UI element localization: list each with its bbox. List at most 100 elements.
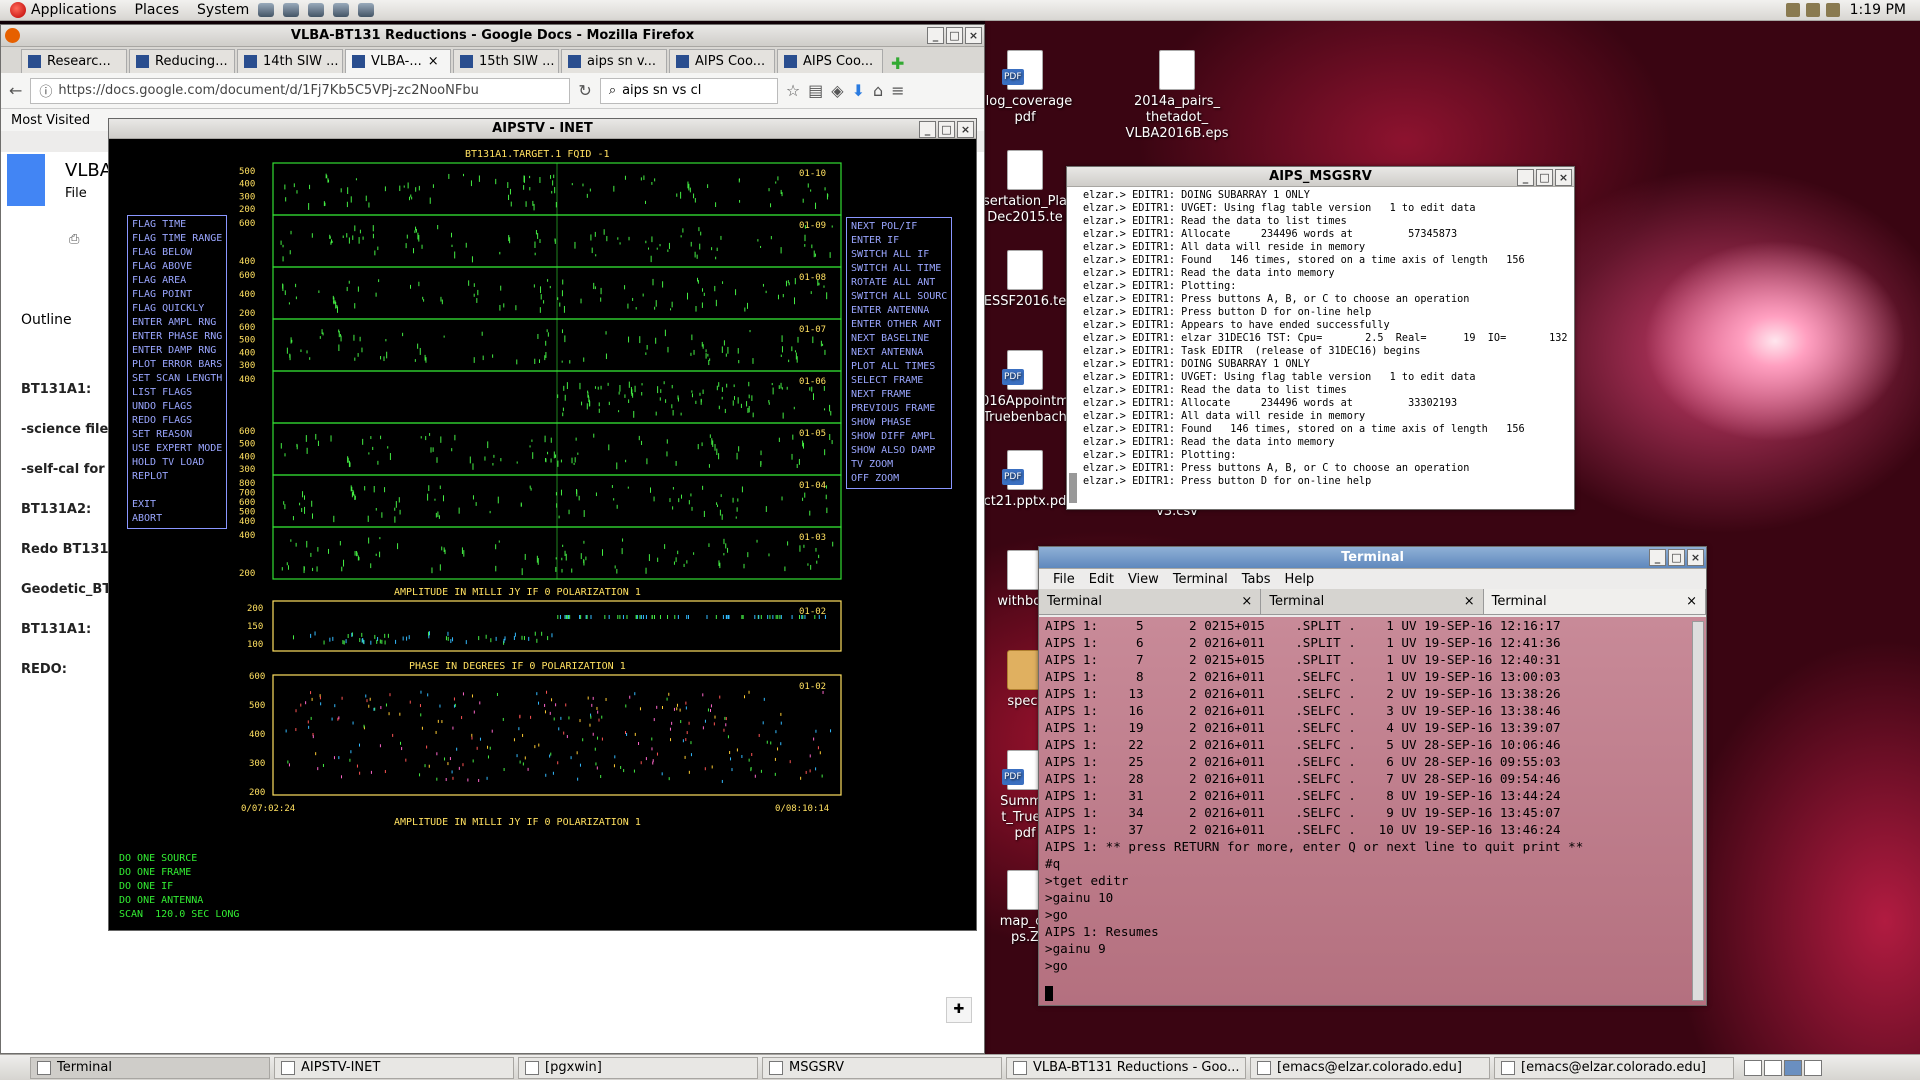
- browser-tab[interactable]: 14th SIW ...: [237, 49, 343, 73]
- volume-icon[interactable]: [1806, 3, 1820, 17]
- workspace-box[interactable]: [1744, 1059, 1762, 1076]
- firefox-titlebar[interactable]: VLBA-BT131 Reductions - Google Docs - Mo…: [1, 25, 984, 47]
- mail-launcher-icon[interactable]: [333, 3, 350, 17]
- new-tab-icon[interactable]: ✚: [891, 54, 904, 73]
- msgsrv-log: elzar.> EDITR1: DOING SUBARRAY 1 ONLY el…: [1067, 187, 1574, 509]
- search-launcher-icon[interactable]: [283, 3, 300, 17]
- msgsrv-minimize-button[interactable]: _: [1517, 169, 1534, 186]
- explore-icon[interactable]: ✚: [946, 997, 972, 1023]
- aipstv-titlebar[interactable]: AIPSTV - INET _ □ ×: [109, 119, 976, 139]
- msgsrv-scrollbar[interactable]: [1069, 473, 1077, 503]
- browser-tab[interactable]: Researc...: [21, 49, 127, 73]
- maximize-button[interactable]: □: [946, 27, 963, 44]
- desktop-icon[interactable]: 016Appointm Truebenbach: [970, 350, 1080, 426]
- outline-item[interactable]: -science file:: [21, 422, 114, 437]
- battery-icon[interactable]: [1826, 3, 1840, 17]
- bookmark-star-icon[interactable]: ☆: [786, 81, 800, 100]
- panel-clock[interactable]: 1:19 PM: [1850, 2, 1906, 18]
- outline-item[interactable]: -self-cal for 0: [21, 462, 118, 477]
- taskbar-item[interactable]: Terminal: [30, 1056, 270, 1079]
- terminal-tab-close-icon[interactable]: ×: [1464, 594, 1475, 609]
- most-visited-bookmark[interactable]: Most Visited: [11, 113, 90, 128]
- hamburger-menu-icon[interactable]: ≡: [891, 81, 904, 100]
- desktop-icon[interactable]: sertation_Pla Dec2015.te: [970, 150, 1080, 226]
- workspace-box[interactable]: [1784, 1059, 1802, 1076]
- taskbar-item[interactable]: [emacs@elzar.colorado.edu]: [1494, 1056, 1734, 1079]
- back-arrow-icon[interactable]: ←: [9, 81, 22, 100]
- terminal-tab-close-icon[interactable]: ×: [1686, 594, 1697, 609]
- browser-tab[interactable]: 15th SIW ...: [453, 49, 559, 73]
- system-menu[interactable]: System: [197, 2, 375, 18]
- reader-icon[interactable]: ▤: [808, 81, 823, 100]
- print-icon[interactable]: ⎙: [69, 232, 79, 247]
- desktop-icon[interactable]: alog_coverage pdf: [970, 50, 1080, 126]
- terminal-menu-item[interactable]: Edit: [1089, 572, 1114, 587]
- notes-launcher-icon[interactable]: [308, 3, 325, 17]
- browser-tab[interactable]: aips sn v...: [561, 49, 667, 73]
- msgsrv-maximize-button[interactable]: □: [1536, 169, 1553, 186]
- desktop-icon[interactable]: ESSF2016.te: [970, 250, 1080, 310]
- terminal-tab[interactable]: Terminal ×: [1483, 589, 1706, 614]
- taskbar-item[interactable]: MSGSRV: [762, 1056, 1002, 1079]
- terminal-tab-close-icon[interactable]: ×: [1241, 594, 1252, 609]
- browser-tab[interactable]: VLBA-... ×: [345, 49, 451, 73]
- terminal-tab[interactable]: Terminal ×: [1039, 589, 1262, 614]
- info-icon[interactable]: ⓘ: [39, 81, 52, 100]
- taskbar-item[interactable]: VLBA-BT131 Reductions - Goo...: [1006, 1056, 1246, 1079]
- applications-menu[interactable]: Applications: [10, 2, 117, 18]
- network-icon[interactable]: [1786, 3, 1800, 17]
- taskbar-item[interactable]: AIPSTV-INET: [274, 1056, 514, 1079]
- terminal-menu-item[interactable]: Terminal: [1173, 572, 1228, 587]
- desktop-icon[interactable]: ct21.pptx.pd: [970, 450, 1080, 510]
- outline-item[interactable]: REDO:: [21, 662, 67, 677]
- terminal-maximize-button[interactable]: □: [1668, 549, 1685, 566]
- download-icon[interactable]: ⬇: [852, 81, 865, 100]
- browser-tab[interactable]: AIPS Coo...: [669, 49, 775, 73]
- browser-launcher-icon[interactable]: [258, 3, 275, 17]
- pocket-icon[interactable]: ◈: [831, 81, 843, 100]
- browser-tab[interactable]: Reducing...: [129, 49, 235, 73]
- outline-item[interactable]: Redo BT131A: [21, 542, 119, 557]
- docs-title[interactable]: VLBA: [65, 160, 112, 181]
- editor-launcher-icon[interactable]: [358, 3, 375, 17]
- terminal-scrollbar[interactable]: [1692, 621, 1704, 1001]
- workspace-switcher[interactable]: [1744, 1059, 1822, 1076]
- desktop-icon[interactable]: 2014a_pairs_ thetadot_ VLBA2016B.eps: [1122, 50, 1232, 142]
- outline-item[interactable]: BT131A2:: [21, 502, 91, 517]
- msgsrv-close-button[interactable]: ×: [1555, 169, 1572, 186]
- terminal-menu-item[interactable]: View: [1128, 572, 1159, 587]
- tab-close-icon[interactable]: ×: [428, 54, 439, 69]
- doc-file-icon: [1007, 250, 1043, 290]
- aipstv-maximize-button[interactable]: □: [938, 121, 955, 138]
- workspace-box[interactable]: [1764, 1059, 1782, 1076]
- terminal-body[interactable]: AIPS 1: 5 2 0215+015 .SPLIT . 1 UV 19-SE…: [1039, 617, 1706, 1005]
- aipstv-close-button[interactable]: ×: [957, 121, 974, 138]
- places-menu[interactable]: Places: [135, 2, 180, 18]
- docs-logo-icon[interactable]: [7, 154, 45, 206]
- outline-item[interactable]: BT131A1:: [21, 382, 91, 397]
- terminal-menu-item[interactable]: Help: [1285, 572, 1315, 587]
- browser-tab[interactable]: AIPS Coo...: [777, 49, 883, 73]
- msgsrv-titlebar[interactable]: AIPS_MSGSRV _ □ ×: [1067, 167, 1574, 187]
- msgsrv-window: AIPS_MSGSRV _ □ × elzar.> EDITR1: DOING SU…: [1066, 166, 1575, 510]
- docs-file-menu[interactable]: File: [65, 186, 87, 201]
- terminal-title: Terminal: [1341, 550, 1404, 565]
- home-icon[interactable]: ⌂: [873, 81, 883, 100]
- workspace-box[interactable]: [1804, 1059, 1822, 1076]
- url-bar[interactable]: ⓘ https://docs.google.com/document/d/1Fj7…: [30, 77, 571, 104]
- terminal-menu-item[interactable]: File: [1053, 572, 1075, 587]
- outline-item[interactable]: Geodetic_BT: [21, 582, 111, 597]
- search-bar[interactable]: ⌕ aips sn vs cl: [599, 77, 778, 104]
- outline-item[interactable]: BT131A1:: [21, 622, 91, 637]
- taskbar-item[interactable]: [pgxwin]: [518, 1056, 758, 1079]
- terminal-menu-item[interactable]: Tabs: [1242, 572, 1271, 587]
- taskbar-item[interactable]: [emacs@elzar.colorado.edu]: [1250, 1056, 1490, 1079]
- terminal-titlebar[interactable]: Terminal _ □ ×: [1039, 547, 1706, 569]
- reload-icon[interactable]: ↻: [578, 81, 591, 100]
- minimize-button[interactable]: _: [927, 27, 944, 44]
- terminal-tab[interactable]: Terminal ×: [1261, 589, 1484, 614]
- terminal-minimize-button[interactable]: _: [1649, 549, 1666, 566]
- terminal-close-button[interactable]: ×: [1687, 549, 1704, 566]
- aipstv-minimize-button[interactable]: _: [919, 121, 936, 138]
- close-button[interactable]: ×: [965, 27, 982, 44]
